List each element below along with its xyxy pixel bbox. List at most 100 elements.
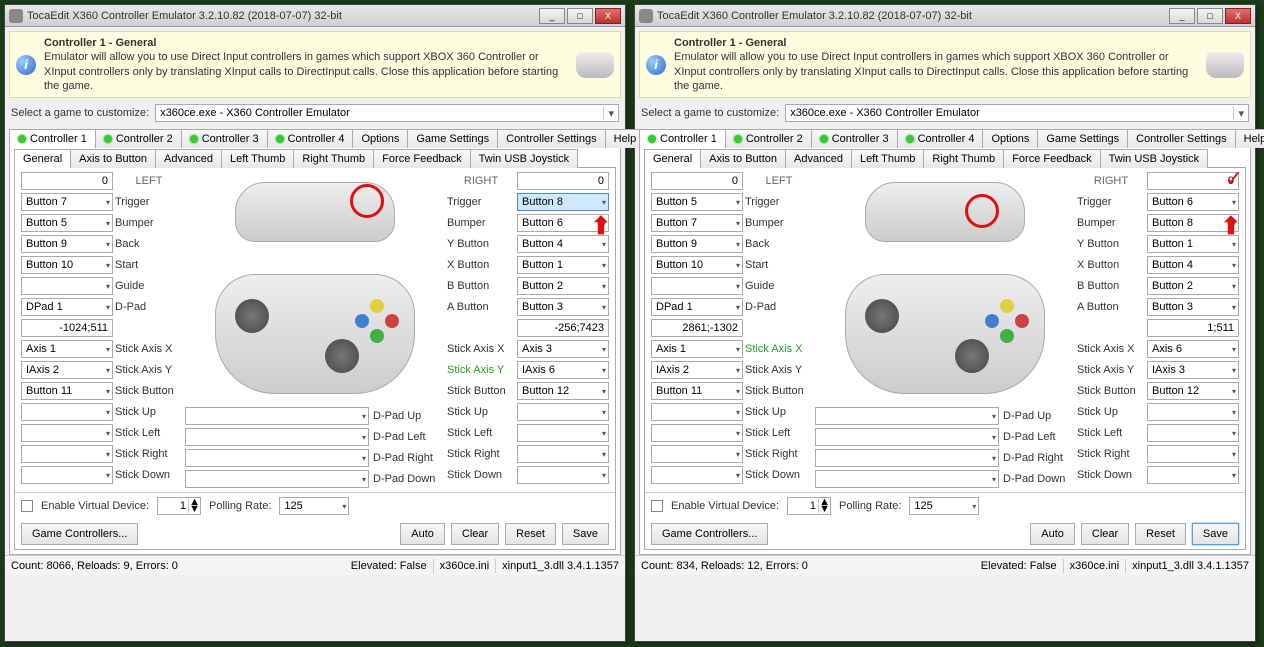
tab-controller-settings[interactable]: Controller Settings <box>1127 129 1236 148</box>
dpad-map-1[interactable]: ▾ <box>815 428 999 446</box>
tab-controller-1[interactable]: Controller 1 <box>639 129 726 148</box>
tab-game-settings[interactable]: Game Settings <box>407 129 498 148</box>
right-stick-map-5[interactable]: ▾ <box>1147 445 1239 463</box>
subtab-twin-usb-joystick[interactable]: Twin USB Joystick <box>470 149 578 168</box>
auto-button[interactable]: Auto <box>1030 523 1075 545</box>
subtab-general[interactable]: General <box>644 149 701 168</box>
subtab-general[interactable]: General <box>14 149 71 168</box>
right-map-4[interactable]: Button 2▾ <box>1147 277 1239 295</box>
save-button[interactable]: Save <box>1192 523 1239 545</box>
tab-options[interactable]: Options <box>352 129 408 148</box>
tab-controller-1[interactable]: Controller 1 <box>9 129 96 148</box>
right-stick-map-1[interactable]: IAxis 3▾ <box>1147 361 1239 379</box>
left-stick-map-4[interactable]: ▾ <box>21 424 113 442</box>
close-button[interactable]: X <box>1225 8 1251 24</box>
dpad-map-0[interactable]: ▾ <box>185 407 369 425</box>
subtab-right-thumb[interactable]: Right Thumb <box>293 149 374 168</box>
left-map-0[interactable]: Button 7▾ <box>21 193 113 211</box>
tab-controller-3[interactable]: Controller 3 <box>811 129 898 148</box>
right-map-5[interactable]: Button 3▾ <box>1147 298 1239 316</box>
tab-controller-3[interactable]: Controller 3 <box>181 129 268 148</box>
left-map-1[interactable]: Button 7▾ <box>651 214 743 232</box>
dpad-map-2[interactable]: ▾ <box>815 449 999 467</box>
polling-rate-combo[interactable]: 125▾ <box>279 497 349 515</box>
left-map-2[interactable]: Button 9▾ <box>21 235 113 253</box>
right-trigger-numeric[interactable]: 0 <box>517 172 609 190</box>
subtab-advanced[interactable]: Advanced <box>785 149 852 168</box>
minimize-button[interactable]: _ <box>1169 8 1195 24</box>
right-stick-map-4[interactable]: ▾ <box>1147 424 1239 442</box>
left-map-4[interactable]: ▾ <box>21 277 113 295</box>
left-map-3[interactable]: Button 10▾ <box>651 256 743 274</box>
left-stick-map-0[interactable]: Axis 1▾ <box>21 340 113 358</box>
left-stick-map-4[interactable]: ▾ <box>651 424 743 442</box>
tab-options[interactable]: Options <box>982 129 1038 148</box>
tab-controller-4[interactable]: Controller 4 <box>267 129 354 148</box>
left-map-5[interactable]: DPad 1▾ <box>21 298 113 316</box>
tab-game-settings[interactable]: Game Settings <box>1037 129 1128 148</box>
right-map-0[interactable]: Button 6▾ <box>1147 193 1239 211</box>
subtab-right-thumb[interactable]: Right Thumb <box>923 149 1004 168</box>
left-trigger-numeric[interactable]: 0 <box>21 172 113 190</box>
vd-index-spinner[interactable]: 1▲▼ <box>787 497 831 515</box>
right-map-4[interactable]: Button 2▾ <box>517 277 609 295</box>
right-stick-map-3[interactable]: ▾ <box>517 403 609 421</box>
dpad-map-1[interactable]: ▾ <box>185 428 369 446</box>
right-map-5[interactable]: Button 3▾ <box>517 298 609 316</box>
left-stick-map-0[interactable]: Axis 1▾ <box>651 340 743 358</box>
close-button[interactable]: X <box>595 8 621 24</box>
right-stick-map-1[interactable]: IAxis 6▾ <box>517 361 609 379</box>
left-trigger-numeric[interactable]: 0 <box>651 172 743 190</box>
subtab-advanced[interactable]: Advanced <box>155 149 222 168</box>
tab-controller-settings[interactable]: Controller Settings <box>497 129 606 148</box>
tab-controller-4[interactable]: Controller 4 <box>897 129 984 148</box>
left-stick-map-1[interactable]: IAxis 2▾ <box>21 361 113 379</box>
tab-help[interactable]: Help <box>1235 129 1264 148</box>
dpad-map-2[interactable]: ▾ <box>185 449 369 467</box>
game-select-combo[interactable]: x360ce.exe - X360 Controller Emulator▾ <box>155 104 619 122</box>
left-stick-map-5[interactable]: ▾ <box>651 445 743 463</box>
left-stick-map-6[interactable]: ▾ <box>21 466 113 484</box>
left-stick-map-6[interactable]: ▾ <box>651 466 743 484</box>
subtab-force-feedback[interactable]: Force Feedback <box>1003 149 1100 168</box>
right-stick-map-0[interactable]: Axis 3▾ <box>517 340 609 358</box>
subtab-left-thumb[interactable]: Left Thumb <box>221 149 294 168</box>
left-map-5[interactable]: DPad 1▾ <box>651 298 743 316</box>
right-stick-map-6[interactable]: ▾ <box>517 466 609 484</box>
left-map-3[interactable]: Button 10▾ <box>21 256 113 274</box>
enable-virtual-device-checkbox[interactable] <box>651 500 663 512</box>
reset-button[interactable]: Reset <box>1135 523 1186 545</box>
left-stick-map-3[interactable]: ▾ <box>651 403 743 421</box>
tab-controller-2[interactable]: Controller 2 <box>725 129 812 148</box>
subtab-left-thumb[interactable]: Left Thumb <box>851 149 924 168</box>
vd-index-spinner[interactable]: 1▲▼ <box>157 497 201 515</box>
subtab-force-feedback[interactable]: Force Feedback <box>373 149 470 168</box>
auto-button[interactable]: Auto <box>400 523 445 545</box>
save-button[interactable]: Save <box>562 523 609 545</box>
left-map-2[interactable]: Button 9▾ <box>651 235 743 253</box>
right-stick-map-4[interactable]: ▾ <box>517 424 609 442</box>
right-map-3[interactable]: Button 4▾ <box>1147 256 1239 274</box>
left-stick-map-2[interactable]: Button 11▾ <box>651 382 743 400</box>
dpad-map-3[interactable]: ▾ <box>185 470 369 488</box>
dpad-map-0[interactable]: ▾ <box>815 407 999 425</box>
game-select-combo[interactable]: x360ce.exe - X360 Controller Emulator▾ <box>785 104 1249 122</box>
maximize-button[interactable]: □ <box>567 8 593 24</box>
clear-button[interactable]: Clear <box>1081 523 1129 545</box>
dpad-map-3[interactable]: ▾ <box>815 470 999 488</box>
subtab-axis-to-button[interactable]: Axis to Button <box>70 149 156 168</box>
subtab-axis-to-button[interactable]: Axis to Button <box>700 149 786 168</box>
left-map-0[interactable]: Button 5▾ <box>651 193 743 211</box>
right-map-3[interactable]: Button 1▾ <box>517 256 609 274</box>
minimize-button[interactable]: _ <box>539 8 565 24</box>
right-stick-map-6[interactable]: ▾ <box>1147 466 1239 484</box>
right-stick-map-2[interactable]: Button 12▾ <box>517 382 609 400</box>
reset-button[interactable]: Reset <box>505 523 556 545</box>
left-stick-map-5[interactable]: ▾ <box>21 445 113 463</box>
left-stick-map-2[interactable]: Button 11▾ <box>21 382 113 400</box>
left-stick-map-1[interactable]: IAxis 2▾ <box>651 361 743 379</box>
game-controllers-button[interactable]: Game Controllers... <box>21 523 138 545</box>
right-stick-map-2[interactable]: Button 12▾ <box>1147 382 1239 400</box>
left-map-1[interactable]: Button 5▾ <box>21 214 113 232</box>
game-controllers-button[interactable]: Game Controllers... <box>651 523 768 545</box>
